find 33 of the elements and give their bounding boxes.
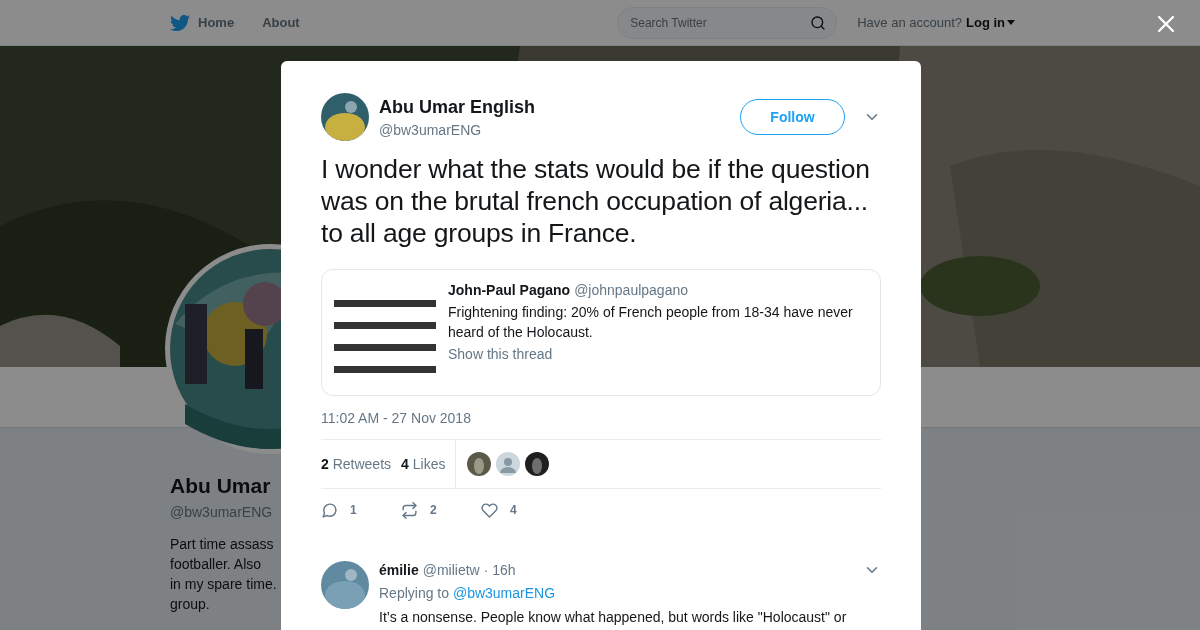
- replying-to-line: Replying to @bw3umarENG: [379, 585, 557, 601]
- reply-button[interactable]: 1: [321, 501, 401, 519]
- profile-name: Abu Umar: [170, 474, 271, 498]
- profile-handle: @bw3umarENG: [170, 504, 273, 520]
- repeat-arrows-icon: [401, 501, 418, 519]
- search-input[interactable]: Search Twitter: [628, 14, 811, 31]
- liker-avatar[interactable]: [525, 452, 550, 476]
- speech-bubble-icon: [321, 501, 338, 519]
- reply-author-name[interactable]: émilie: [379, 562, 419, 578]
- nav-link[interactable]: Home: [170, 12, 235, 33]
- reply-avatar: [321, 561, 369, 609]
- search-field[interactable]: Search Twitter: [617, 6, 838, 39]
- mention-link[interactable]: @bw3umarENG: [452, 585, 556, 601]
- like-button[interactable]: 4: [481, 501, 561, 519]
- profile-bio-line: footballer. Also: [170, 555, 262, 574]
- stat-link[interactable]: 2 Retweets: [321, 456, 392, 472]
- reply-text: It’s a nonsense. People know what happened, but words like "Holocaust" or: [379, 609, 848, 625]
- heart-icon: [481, 501, 498, 519]
- account-prompt: Have an account?: [857, 15, 962, 30]
- liker-avatar[interactable]: [467, 452, 492, 476]
- timestamp: 11:02 AM - 27 Nov 2018: [321, 410, 472, 426]
- stat-link[interactable]: 4 Likes: [401, 456, 446, 472]
- caret-icon: [1007, 20, 1015, 25]
- login-link[interactable]: Log in: [966, 15, 1015, 30]
- reply-time: · 16h: [483, 562, 516, 578]
- profile-bio-line: in my spare time.: [170, 575, 277, 594]
- retweet-button[interactable]: 2: [401, 501, 481, 519]
- bird-icon: [170, 12, 190, 33]
- nav-link[interactable]: About: [262, 15, 300, 30]
- profile-bio-line: Part time assass: [170, 535, 274, 554]
- profile-bio-line: group.: [170, 595, 210, 614]
- reply-author-handle[interactable]: @milietw: [422, 562, 480, 578]
- search-icon: [810, 14, 827, 31]
